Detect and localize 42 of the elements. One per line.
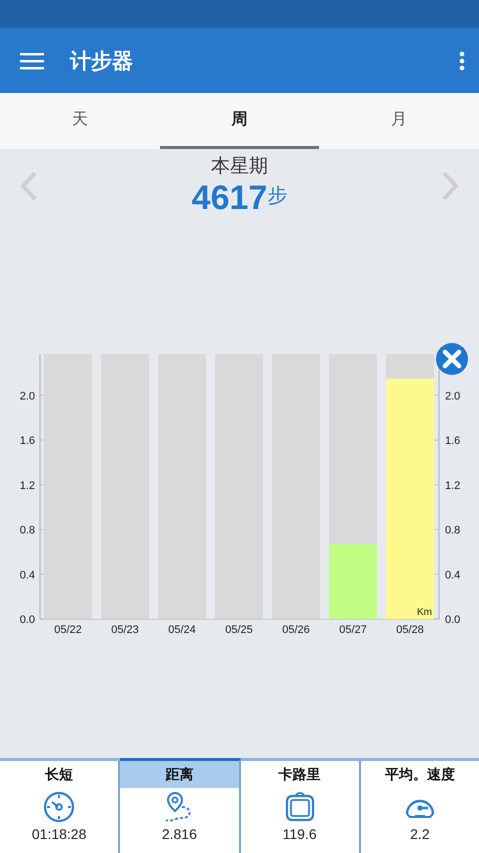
axis-label: 0.8	[445, 524, 460, 537]
stat-tab[interactable]: 距离 2.816	[120, 758, 240, 853]
axis-label: 05/24	[168, 624, 196, 636]
axis-label: 0.4	[20, 569, 35, 582]
menu-icon[interactable]	[20, 52, 44, 70]
tab[interactable]: 月	[319, 93, 479, 149]
tab[interactable]: 天	[0, 93, 160, 149]
stat-value: 2.816	[162, 826, 197, 842]
axis-label: 1.6	[20, 435, 35, 448]
stat-tab[interactable]: 卡路里 119.6	[240, 761, 361, 853]
axis-label: 05/23	[111, 624, 139, 636]
stat-label: 长短	[44, 766, 74, 785]
axis-label: 2.0	[445, 390, 460, 402]
app-title: 计步器	[70, 48, 134, 74]
axis-label: 05/28	[396, 624, 424, 636]
axis-label: 0.0	[445, 614, 460, 626]
step-unit: 步	[267, 182, 288, 209]
stat-label: 距离	[120, 761, 238, 788]
axis-label: 05/22	[54, 624, 82, 636]
axis-label: 1.6	[445, 435, 460, 448]
axis-label: 05/26	[282, 624, 310, 636]
more-options-icon[interactable]	[459, 50, 465, 70]
axis-label: 0.8	[20, 524, 35, 537]
period-label: 本星期	[210, 154, 268, 179]
stat-tab[interactable]: 平均。速度 2.2	[360, 761, 479, 853]
step-count: 4617	[192, 179, 268, 218]
axis-label: 0.4	[445, 569, 460, 582]
axis-label: 05/27	[339, 624, 367, 636]
unit-label: Km	[417, 607, 432, 618]
stat-label: 卡路里	[278, 766, 322, 785]
axis-label: 2.0	[20, 390, 35, 402]
tab[interactable]: 周	[160, 93, 320, 149]
stat-value: 2.2	[410, 826, 430, 842]
axis-label: 1.2	[445, 480, 460, 492]
axis-label: 0.0	[20, 614, 35, 626]
close-icon[interactable]	[436, 343, 468, 375]
stat-label: 平均。速度	[384, 766, 456, 785]
axis-label: 05/25	[225, 624, 253, 636]
stat-value: 119.6	[282, 826, 317, 842]
stopwatch-icon	[42, 790, 76, 824]
stat-value: 01:18:28	[32, 826, 86, 842]
axis-label: 1.2	[20, 480, 35, 492]
